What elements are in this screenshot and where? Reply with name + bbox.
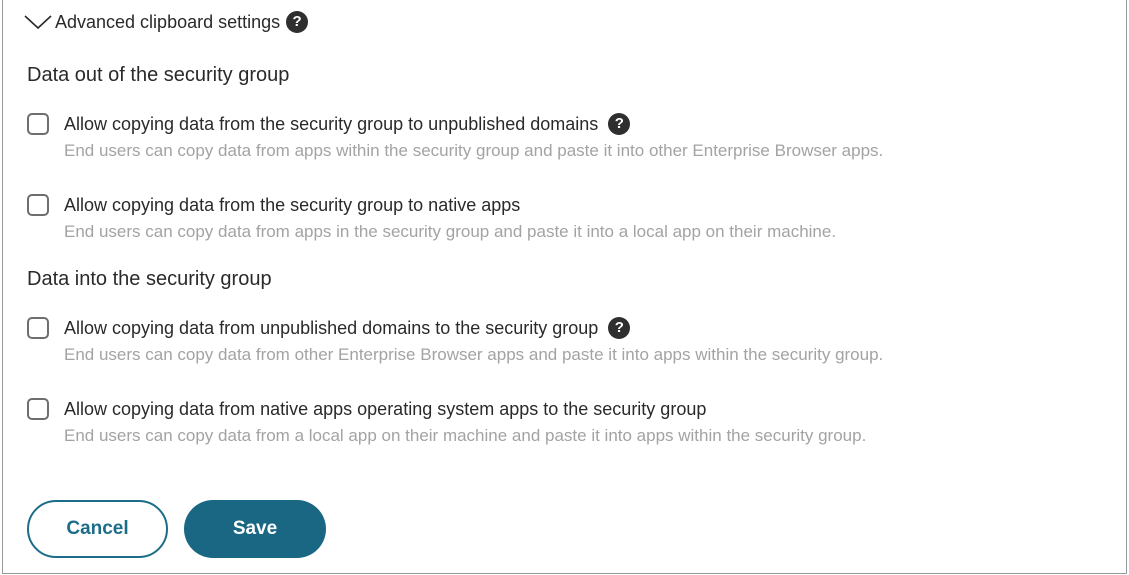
group-title-data-in: Data into the security group [27,268,272,290]
option-description: End users can copy data from apps within… [64,141,884,160]
help-icon[interactable]: ? [608,113,631,135]
option-label: Allow copying data from the security gro… [64,194,521,215]
option-copy-from-unpublished-domains: Allow copying data from unpublished doma… [27,317,883,365]
help-icon[interactable]: ? [286,11,309,33]
option-description: End users can copy data from a local app… [64,426,867,445]
save-button[interactable]: Save [184,500,326,558]
option-copy-to-unpublished-domains: Allow copying data from the security gro… [27,113,883,161]
chevron-down-icon [24,15,52,30]
option-copy-from-native-apps: Allow copying data from native apps oper… [27,398,866,446]
clipboard-settings-panel: Advanced clipboard settings ? Data out o… [2,0,1127,574]
checkbox-copy-from-unpublished-domains[interactable] [27,317,49,339]
help-icon[interactable]: ? [608,317,631,339]
option-label: Allow copying data from unpublished doma… [64,317,599,338]
option-description: End users can copy data from other Enter… [64,345,884,364]
cancel-button[interactable]: Cancel [27,500,168,558]
group-title-data-out: Data out of the security group [27,64,290,86]
checkbox-copy-to-unpublished-domains[interactable] [27,113,49,135]
section-title: Advanced clipboard settings [55,11,281,32]
option-label: Allow copying data from native apps oper… [64,398,707,419]
checkbox-copy-from-native-apps[interactable] [27,398,49,420]
option-description: End users can copy data from apps in the… [64,222,837,241]
advanced-clipboard-settings-toggle[interactable]: Advanced clipboard settings ? [23,11,309,33]
option-label: Allow copying data from the security gro… [64,113,599,134]
option-copy-to-native-apps: Allow copying data from the security gro… [27,194,836,242]
checkbox-copy-to-native-apps[interactable] [27,194,49,216]
